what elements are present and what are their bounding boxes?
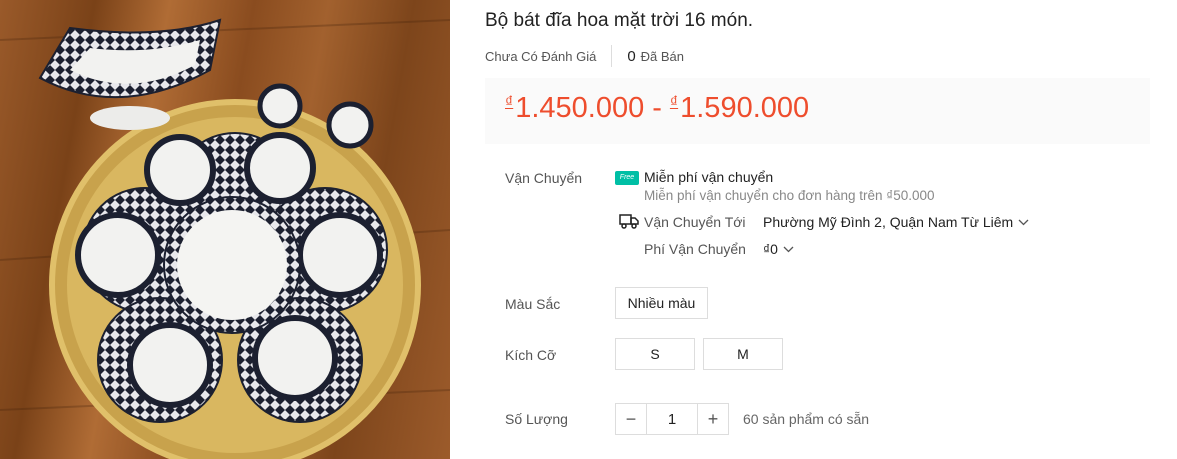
- rating-sold-row: Chưa Có Đánh Giá 0 Đã Bán: [485, 45, 685, 67]
- shipping-fee-dropdown[interactable]: ₫0: [763, 241, 794, 257]
- quantity-input[interactable]: 1: [647, 403, 697, 435]
- currency-symbol: ₫: [669, 94, 679, 111]
- color-option-multicolor[interactable]: Nhiều màu: [615, 287, 708, 319]
- free-shipping-title: Miễn phí vận chuyển: [644, 169, 774, 185]
- quantity-label: Số Lượng: [505, 411, 568, 427]
- currency-symbol: ₫: [505, 94, 514, 111]
- chevron-down-icon: [783, 246, 794, 252]
- ship-to-label: Vận Chuyển Tới: [644, 214, 746, 230]
- shipping-label: Vận Chuyển: [505, 170, 583, 186]
- tableware-illustration: [0, 18, 450, 459]
- stock-available: 60 sản phẩm có sẵn: [743, 411, 870, 427]
- product-info-panel: Bộ bát đĩa hoa mặt trời 16 món. Chưa Có …: [485, 0, 1155, 459]
- price-range: ₫ 1.450.000 - ₫ 1.590.000: [505, 92, 809, 125]
- size-label: Kích Cỡ: [505, 347, 557, 363]
- shipping-fee-value: ₫0: [763, 241, 778, 257]
- size-option-s[interactable]: S: [615, 338, 695, 370]
- ship-to-value: Phường Mỹ Đình 2, Quận Nam Từ Liêm: [763, 214, 1014, 230]
- price-min: 1.450.000: [515, 92, 645, 124]
- color-label: Màu Sắc: [505, 296, 561, 312]
- price-separator: -: [652, 92, 662, 124]
- product-image[interactable]: [0, 0, 450, 459]
- quantity-decrease-button[interactable]: −: [615, 403, 647, 435]
- divider: [611, 45, 613, 67]
- free-shipping-icon: Free: [615, 171, 639, 185]
- sold-label: Đã Bán: [640, 48, 685, 64]
- sold-count: 0: [627, 47, 636, 65]
- size-option-m[interactable]: M: [703, 338, 783, 370]
- product-title: Bộ bát đĩa hoa mặt trời 16 món.: [485, 10, 754, 31]
- truck-icon: [619, 214, 639, 229]
- quantity-stepper: − 1 +: [615, 403, 729, 435]
- free-shipping-subtitle: Miễn phí vận chuyển cho đơn hàng trên ₫5…: [644, 188, 935, 203]
- shipping-fee-label: Phí Vận Chuyển: [644, 241, 746, 257]
- quantity-increase-button[interactable]: +: [697, 403, 729, 435]
- price-max: 1.590.000: [680, 92, 810, 124]
- chevron-down-icon: [1018, 219, 1029, 225]
- ship-to-dropdown[interactable]: Phường Mỹ Đình 2, Quận Nam Từ Liêm: [763, 214, 1029, 230]
- rating-text[interactable]: Chưa Có Đánh Giá: [485, 49, 596, 64]
- price-box: ₫ 1.450.000 - ₫ 1.590.000: [485, 78, 1150, 144]
